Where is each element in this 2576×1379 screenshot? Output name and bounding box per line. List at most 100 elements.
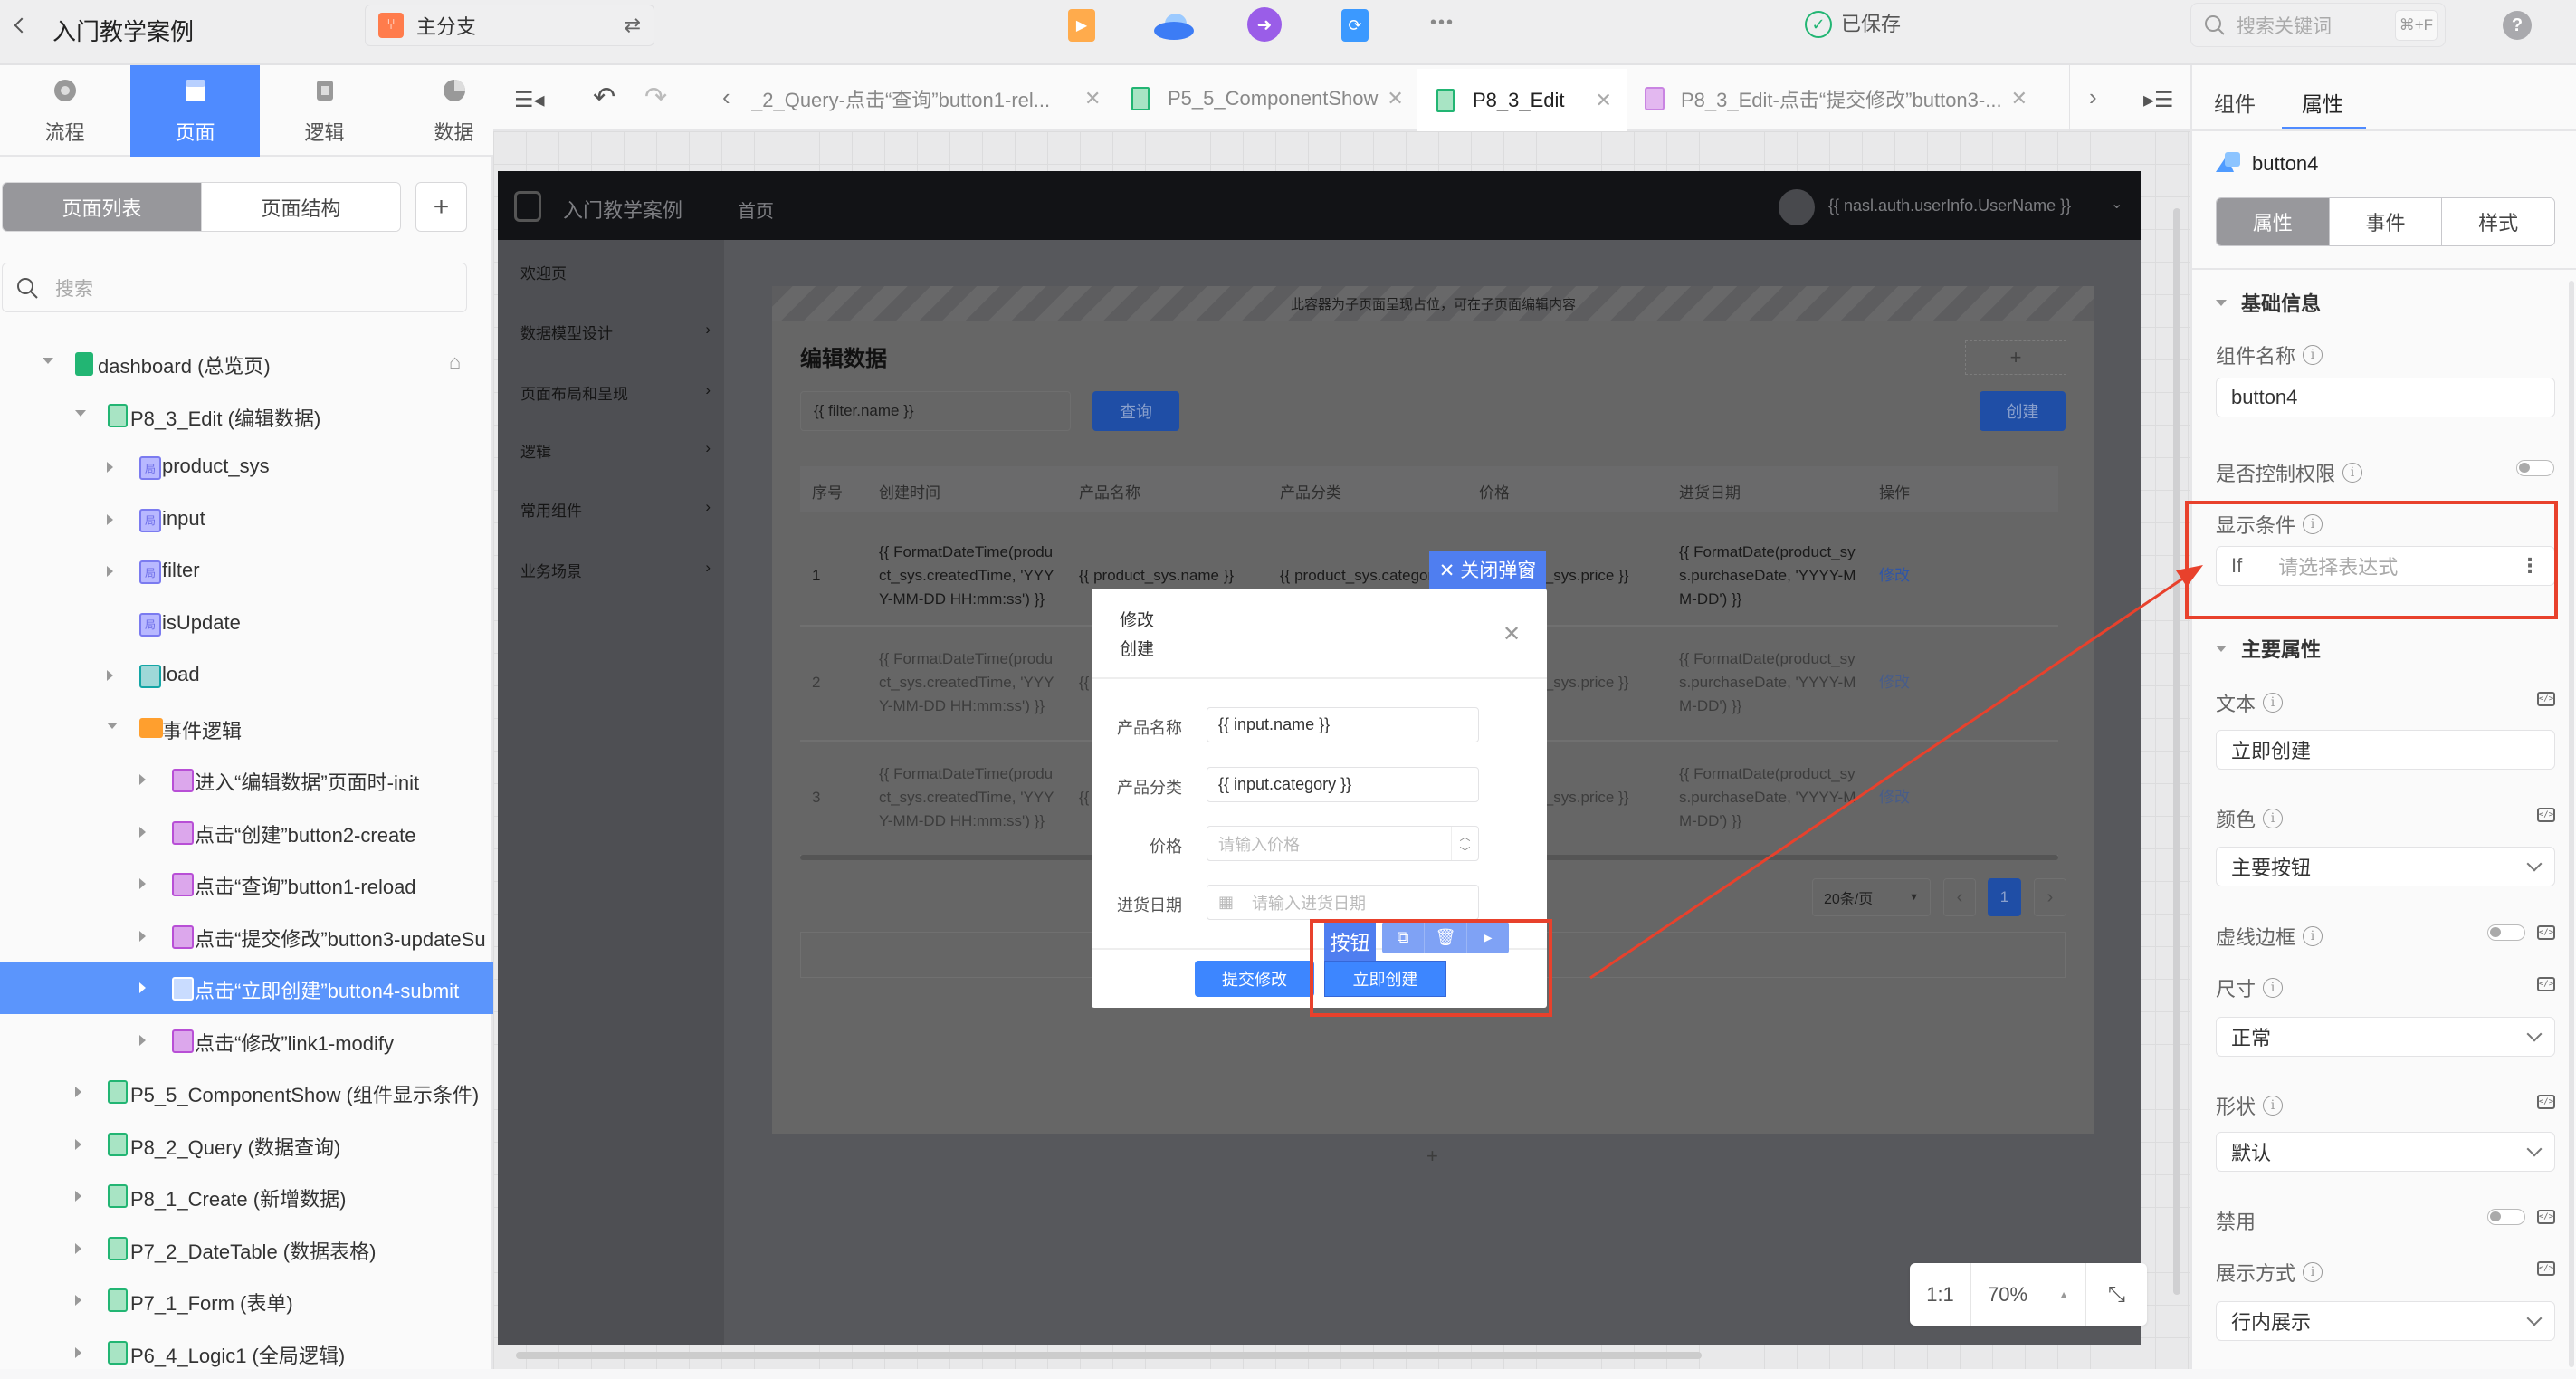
display-mode-select[interactable]: 行内展示: [2216, 1301, 2555, 1341]
caret-down-icon[interactable]: [75, 409, 86, 417]
component-name-input[interactable]: button4: [2216, 378, 2555, 417]
tree-item[interactable]: P7_1_Form (表单): [0, 1275, 493, 1326]
code-binding-icon[interactable]: </>: [2537, 1210, 2555, 1224]
caret-down-icon[interactable]: [107, 722, 118, 729]
prev-page-button[interactable]: ‹: [1943, 878, 1976, 916]
section-basic-info[interactable]: 基础信息: [2216, 288, 2321, 317]
home-icon[interactable]: ⌂: [449, 350, 461, 374]
help-icon[interactable]: ?: [2503, 11, 2532, 40]
tree-item[interactable]: 点击“查询”button1-reload: [0, 858, 493, 910]
cloud-publish-icon[interactable]: [1153, 13, 1195, 40]
add-block-icon[interactable]: +: [1426, 1144, 1438, 1168]
redo-icon[interactable]: ↷: [644, 81, 667, 113]
number-stepper[interactable]: ︿ ﹀: [1451, 827, 1478, 860]
tree-item[interactable]: 点击“修改”link1-modify: [0, 1015, 493, 1067]
code-binding-icon[interactable]: </>: [2537, 692, 2555, 706]
add-page-button[interactable]: +: [415, 182, 467, 232]
caret-right-icon[interactable]: [139, 982, 146, 993]
global-search[interactable]: 搜索关键词 ⌘+F: [2190, 3, 2446, 47]
editor-tab-active[interactable]: P8_3_Edit ✕: [1417, 69, 1627, 131]
permission-toggle[interactable]: [2516, 460, 2554, 476]
canvas-vertical-scrollbar[interactable]: [2173, 208, 2180, 1295]
close-icon[interactable]: ✕: [1084, 87, 1101, 110]
query-button[interactable]: 查询: [1092, 391, 1179, 431]
panel-scrollbar[interactable]: [2569, 281, 2574, 1367]
disabled-toggle[interactable]: [2487, 1209, 2525, 1225]
caret-right-icon[interactable]: [75, 1295, 81, 1306]
purchase-date-input[interactable]: ▦ 请输入进货日期: [1207, 885, 1479, 920]
product-name-input[interactable]: {{ input.name }}: [1207, 707, 1479, 742]
submit-edit-button[interactable]: 提交修改: [1195, 961, 1314, 997]
preview-menu-item[interactable]: 业务场景 ›: [520, 559, 711, 581]
tabs-scroll-left-icon[interactable]: ‹: [722, 83, 730, 111]
modify-link[interactable]: 修改: [1879, 625, 1951, 740]
tree-item[interactable]: 局 input: [0, 494, 493, 546]
segment-properties[interactable]: 属性: [2217, 198, 2329, 245]
tree-item[interactable]: 点击“提交修改”button3-updateSu: [0, 911, 493, 962]
preview-menu-item[interactable]: 逻辑 ›: [520, 439, 711, 462]
tree-item[interactable]: 进入“编辑数据”页面时-init: [0, 754, 493, 806]
modify-link[interactable]: 修改: [1879, 526, 1951, 625]
editor-tab[interactable]: _2_Query-点击“查询”button1-rel... ✕: [751, 65, 1111, 131]
dashed-toggle[interactable]: [2487, 924, 2525, 941]
nav-tab-2[interactable]: 逻辑: [260, 65, 389, 157]
caret-right-icon[interactable]: [75, 1138, 81, 1150]
caret-right-icon[interactable]: [139, 774, 146, 785]
zoom-level-select[interactable]: 70% ▲: [1971, 1263, 2086, 1326]
caret-right-icon[interactable]: [107, 462, 113, 473]
shape-select[interactable]: 默认: [2216, 1132, 2555, 1172]
tab-properties[interactable]: 属性: [2302, 87, 2343, 118]
page-search-input[interactable]: 搜索: [2, 263, 467, 312]
tree-item[interactable]: 局 filter: [0, 546, 493, 598]
caret-down-icon[interactable]: [43, 358, 53, 364]
modal-close-icon[interactable]: ✕: [1503, 621, 1521, 647]
preview-menu-item[interactable]: 数据模型设计 ›: [520, 321, 711, 343]
code-binding-icon[interactable]: </>: [2537, 925, 2555, 940]
preview-menu-item[interactable]: 常用组件 ›: [520, 498, 711, 521]
caret-right-icon[interactable]: [75, 1346, 81, 1358]
switch-icon[interactable]: ⇄: [625, 14, 641, 37]
tree-item[interactable]: P8_2_Query (数据查询): [0, 1119, 493, 1171]
zoom-reset-button[interactable]: 1:1: [1910, 1263, 1971, 1326]
nav-home-link[interactable]: 首页: [738, 196, 774, 223]
close-icon[interactable]: ✕: [1596, 89, 1612, 112]
size-select[interactable]: 正常: [2216, 1017, 2555, 1057]
tab-components[interactable]: 组件: [2214, 87, 2256, 118]
tree-item[interactable]: P5_5_ComponentShow (组件显示条件): [0, 1067, 493, 1118]
section-main-props[interactable]: 主要属性: [2216, 634, 2321, 663]
caret-right-icon[interactable]: [139, 930, 146, 942]
tree-item[interactable]: 局 isUpdate: [0, 599, 493, 650]
page-1-button[interactable]: 1: [1988, 878, 2021, 916]
expand-panel-icon[interactable]: ▸☰: [2143, 87, 2174, 113]
sync-icon[interactable]: ⟳: [1341, 9, 1369, 42]
branch-selector[interactable]: ⑂ 主分支 ⇄: [365, 5, 654, 46]
code-binding-icon[interactable]: </>: [2537, 1095, 2555, 1109]
caret-right-icon[interactable]: [107, 513, 113, 525]
filter-input[interactable]: {{ filter.name }}: [800, 391, 1071, 431]
nav-tab-1[interactable]: 页面: [130, 65, 260, 157]
caret-right-icon[interactable]: [75, 1087, 81, 1097]
segment-page-structure[interactable]: 页面结构: [201, 183, 400, 231]
nav-tab-0[interactable]: 流程: [0, 65, 129, 157]
tabs-scroll-right-icon[interactable]: ›: [2089, 83, 2097, 111]
page-size-select[interactable]: 20条/页 ▼: [1812, 878, 1931, 916]
segment-page-list[interactable]: 页面列表: [3, 183, 201, 231]
next-page-button[interactable]: ›: [2034, 878, 2066, 916]
close-modal-tag[interactable]: ✕ 关闭弹窗: [1429, 551, 1546, 589]
tree-item[interactable]: 局 product_sys: [0, 442, 493, 493]
editor-tab[interactable]: P8_3_Edit-点击“提交修改”button3-... ✕: [1627, 65, 2070, 131]
add-slot-button[interactable]: +: [1965, 340, 2066, 375]
price-input[interactable]: 请输入价格 ︿ ﹀: [1207, 826, 1479, 861]
tree-item[interactable]: dashboard (总览页) ⌂: [0, 338, 493, 389]
code-binding-icon[interactable]: </>: [2537, 1261, 2555, 1276]
deploy-icon[interactable]: ➜: [1247, 7, 1282, 42]
canvas-horizontal-scrollbar[interactable]: [516, 1352, 1702, 1359]
segment-styles[interactable]: 样式: [2441, 198, 2554, 245]
caret-right-icon[interactable]: [107, 566, 113, 577]
tree-item[interactable]: P6_4_Logic1 (全局逻辑): [0, 1327, 493, 1379]
tree-item[interactable]: P8_3_Edit (编辑数据): [0, 390, 493, 442]
segment-events[interactable]: 事件: [2328, 198, 2442, 245]
preview-menu-item[interactable]: 页面布局和呈现 ›: [520, 381, 711, 404]
product-category-input[interactable]: {{ input.category }}: [1207, 767, 1479, 802]
more-icon[interactable]: •••: [1430, 13, 1455, 34]
